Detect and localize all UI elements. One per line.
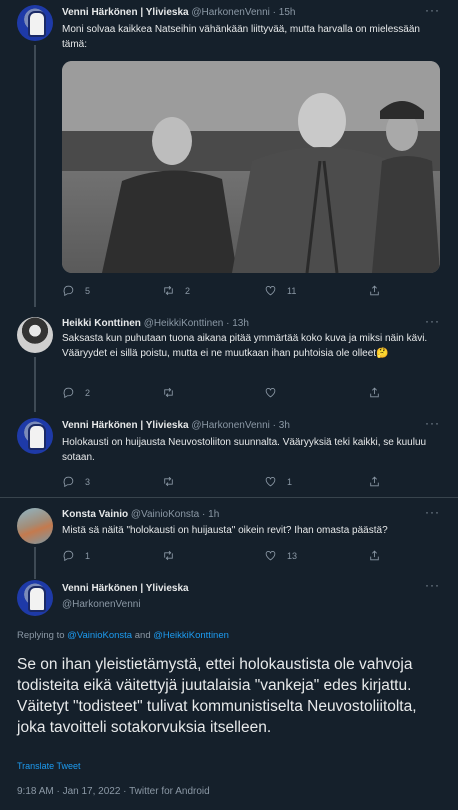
share-icon [370, 285, 379, 296]
heart-icon [265, 388, 276, 398]
reply-count: 5 [85, 285, 91, 296]
heart-icon [265, 551, 276, 561]
retweet-button[interactable] [162, 475, 175, 488]
tweet-header: Heikki Konttinen @HeikkiKonttinen · 13h [62, 318, 249, 329]
avatar[interactable] [17, 508, 53, 544]
like-button[interactable]: 11 [264, 284, 296, 297]
tweet-actions: 1 13 [62, 549, 382, 565]
like-count: 11 [287, 285, 297, 296]
reply-count: 1 [85, 550, 91, 561]
more-icon[interactable]: ··· [425, 578, 440, 592]
tweet-3[interactable]: Venni Härkönen | Ylivieska @HarkonenVenn… [0, 413, 458, 501]
more-icon[interactable]: ··· [425, 3, 440, 17]
translate-link[interactable]: Translate Tweet [17, 761, 81, 771]
retweet-count: 2 [185, 285, 191, 296]
replying-to: Replying to @VainioKonsta and @HeikkiKon… [17, 630, 229, 641]
retweet-button[interactable] [162, 386, 175, 399]
main-tweet-text: Se on ihan yleistietämystä, ettei holoka… [17, 656, 417, 736]
author-name[interactable]: Venni Härkönen | Ylivieska [62, 581, 189, 597]
author-handle[interactable]: @HarkonenVenni [191, 7, 270, 18]
tweet-meta[interactable]: 9:18 AM · Jan 17, 2022 · Twitter for And… [17, 786, 210, 797]
more-icon[interactable]: ··· [425, 505, 440, 519]
tweet-actions: 3 1 [62, 475, 382, 491]
more-icon[interactable]: ··· [425, 314, 440, 328]
like-button[interactable]: 1 [264, 475, 292, 488]
share-button[interactable] [368, 386, 381, 399]
share-button[interactable] [368, 475, 381, 488]
tweet-text: Saksasta kun puhutaan tuona aikana pitää… [62, 333, 428, 359]
replying-prefix: Replying to [17, 630, 65, 641]
dot-separator: · [272, 420, 277, 431]
tweet-header: Venni Härkönen | Ylivieska @HarkonenVenn… [62, 581, 189, 613]
reply-icon [63, 285, 74, 297]
retweet-icon [164, 285, 173, 296]
reply-count: 3 [85, 476, 91, 487]
timestamp[interactable]: 3h [279, 420, 290, 431]
retweet-icon [164, 387, 173, 398]
tweet-actions: 2 [62, 386, 382, 402]
tweet-1[interactable]: Venni Härkönen | Ylivieska @HarkonenVenn… [0, 0, 458, 307]
like-count: 1 [287, 476, 293, 487]
timestamp[interactable]: 15h [279, 7, 296, 18]
tweet-text: Mistä sä näitä "holokausti on huijausta"… [62, 525, 388, 536]
tweet-header: Venni Härkönen | Ylivieska @HarkonenVenn… [62, 420, 290, 431]
retweet-button[interactable]: 2 [162, 284, 190, 297]
mention-link[interactable]: @VainioKonsta [67, 630, 132, 641]
author-handle[interactable]: @HarkonenVenni [62, 597, 189, 613]
divider [0, 497, 458, 498]
author-name[interactable]: Venni Härkönen | Ylivieska [62, 420, 189, 431]
thread-line [34, 45, 36, 307]
tweet-actions: 5 2 11 [62, 284, 382, 300]
author-handle[interactable]: @VainioKonsta [131, 509, 199, 520]
retweet-icon [164, 476, 173, 487]
thread-line [34, 357, 36, 412]
tweet-2[interactable]: Heikki Konttinen @HeikkiKonttinen · 13h … [0, 312, 458, 412]
tweet-text: Holokausti on huijausta Neuvostoliiton s… [62, 437, 427, 463]
more-icon[interactable]: ··· [425, 416, 440, 430]
reply-button[interactable]: 3 [62, 475, 90, 488]
share-icon [370, 387, 379, 398]
heart-icon [265, 477, 276, 487]
author-handle[interactable]: @HeikkiKonttinen [144, 318, 224, 329]
tweet-header: Venni Härkönen | Ylivieska @HarkonenVenn… [62, 7, 295, 18]
timestamp[interactable]: 13h [232, 318, 249, 329]
author-name[interactable]: Heikki Konttinen [62, 318, 141, 329]
tweet-header: Konsta Vainio @VainioKonsta · 1h [62, 509, 219, 520]
reply-count: 2 [85, 387, 91, 398]
dot-separator: · [202, 509, 206, 520]
share-icon [370, 476, 379, 487]
share-icon [370, 550, 379, 561]
avatar[interactable] [17, 5, 53, 41]
like-count: 13 [287, 550, 298, 561]
author-name[interactable]: Konsta Vainio [62, 509, 128, 520]
mention-link[interactable]: @HeikkiKonttinen [153, 630, 229, 641]
replying-and: and [134, 630, 151, 641]
dot-separator: · [272, 7, 277, 18]
share-button[interactable] [368, 284, 381, 297]
retweet-icon [164, 550, 173, 561]
like-button[interactable] [264, 386, 277, 399]
dot-separator: · [226, 318, 230, 329]
tweet-text: Moni solvaa kaikkea Natseihin vähänkään … [62, 24, 420, 50]
reply-icon [63, 476, 74, 488]
like-button[interactable]: 13 [264, 549, 297, 562]
tweet-photo[interactable] [62, 61, 440, 273]
tweet-4[interactable]: Konsta Vainio @VainioKonsta · 1h ··· Mis… [0, 500, 458, 579]
photo-image [62, 61, 440, 273]
avatar[interactable] [17, 580, 53, 616]
timestamp[interactable]: 1h [208, 509, 219, 520]
author-name[interactable]: Venni Härkönen | Ylivieska [62, 7, 189, 18]
share-button[interactable] [368, 549, 381, 562]
reply-icon [63, 387, 74, 399]
avatar[interactable] [17, 317, 53, 353]
reply-icon [63, 550, 74, 562]
reply-button[interactable]: 2 [62, 386, 90, 399]
author-handle[interactable]: @HarkonenVenni [191, 420, 270, 431]
avatar[interactable] [17, 418, 53, 454]
reply-button[interactable]: 5 [62, 284, 90, 297]
heart-icon [265, 286, 276, 296]
retweet-button[interactable] [162, 549, 175, 562]
reply-button[interactable]: 1 [62, 549, 90, 562]
